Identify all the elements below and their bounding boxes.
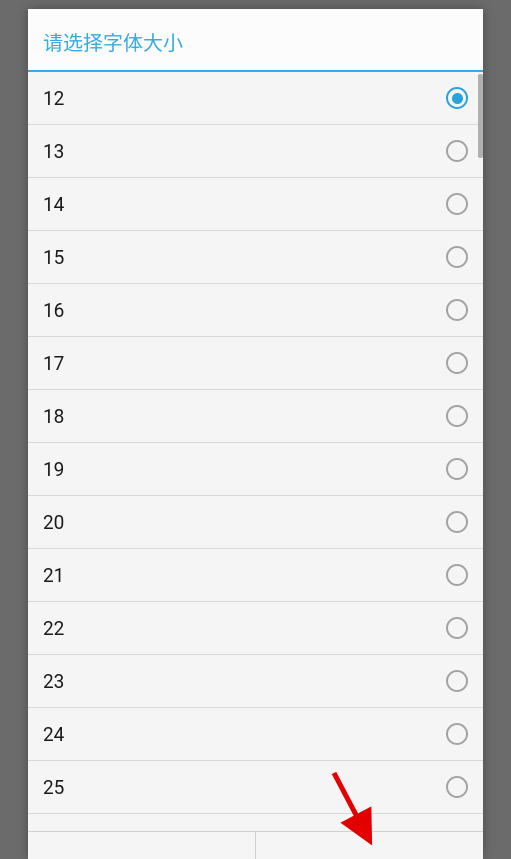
option-label: 19 — [43, 458, 64, 481]
radio-icon — [446, 511, 468, 533]
option-item-13[interactable]: 13 — [28, 125, 483, 178]
radio-icon — [446, 617, 468, 639]
radio-icon — [446, 299, 468, 321]
radio-icon — [446, 246, 468, 268]
option-item-19[interactable]: 19 — [28, 443, 483, 496]
option-item-14[interactable]: 14 — [28, 178, 483, 231]
option-item-24[interactable]: 24 — [28, 708, 483, 761]
option-item-12[interactable]: 12 — [28, 72, 483, 125]
option-item-25[interactable]: 25 — [28, 761, 483, 814]
option-label: 13 — [43, 140, 64, 163]
option-label: 20 — [43, 511, 64, 534]
radio-icon — [446, 776, 468, 798]
dialog-button-right[interactable] — [256, 832, 483, 859]
option-item-23[interactable]: 23 — [28, 655, 483, 708]
option-label: 12 — [43, 87, 64, 110]
option-item-22[interactable]: 22 — [28, 602, 483, 655]
option-label: 18 — [43, 405, 64, 428]
radio-icon — [446, 670, 468, 692]
option-item-18[interactable]: 18 — [28, 390, 483, 443]
radio-icon — [446, 564, 468, 586]
option-item-21[interactable]: 21 — [28, 549, 483, 602]
option-item-17[interactable]: 17 — [28, 337, 483, 390]
scrollbar-thumb[interactable] — [478, 74, 483, 158]
option-label: 17 — [43, 352, 64, 375]
radio-icon — [446, 352, 468, 374]
option-label: 15 — [43, 246, 64, 269]
option-label: 14 — [43, 193, 64, 216]
option-item-20[interactable]: 20 — [28, 496, 483, 549]
radio-icon — [446, 405, 468, 427]
option-label: 24 — [43, 723, 64, 746]
dialog-header: 请选择字体大小 — [28, 9, 483, 72]
radio-icon — [446, 723, 468, 745]
radio-icon — [446, 140, 468, 162]
option-label: 22 — [43, 617, 64, 640]
button-bar — [28, 831, 483, 859]
option-item-16[interactable]: 16 — [28, 284, 483, 337]
radio-icon — [446, 87, 468, 109]
option-label: 16 — [43, 299, 64, 322]
dialog-title: 请选择字体大小 — [43, 27, 468, 56]
option-label: 25 — [43, 776, 64, 799]
option-list[interactable]: 12 13 14 15 16 17 18 19 — [28, 72, 483, 831]
radio-icon — [446, 458, 468, 480]
dialog-button-left[interactable] — [28, 832, 255, 859]
radio-icon — [446, 193, 468, 215]
option-label: 23 — [43, 670, 64, 693]
option-label: 21 — [43, 564, 64, 587]
option-item-15[interactable]: 15 — [28, 231, 483, 284]
font-size-dialog: 请选择字体大小 12 13 14 15 16 17 18 — [28, 9, 483, 859]
